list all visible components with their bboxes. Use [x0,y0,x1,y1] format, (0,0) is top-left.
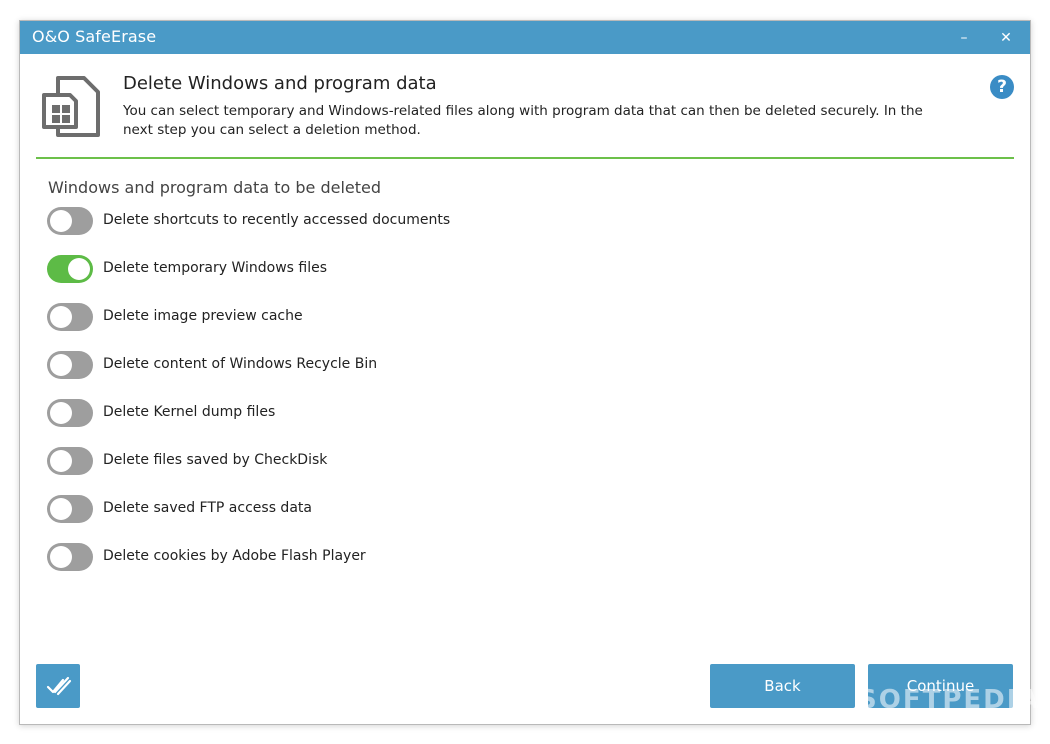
toggle-knob [50,546,72,568]
document-windows-icon [42,76,100,137]
double-check-icon [46,676,72,696]
option-recycle-bin[interactable]: Delete content of Windows Recycle Bin [47,351,647,381]
option-label: Delete image preview cache [103,308,303,324]
toggle-switch[interactable] [47,351,93,379]
select-all-button[interactable] [36,664,80,708]
continue-button[interactable]: Continue [868,664,1013,708]
toggle-knob [50,354,72,376]
toggle-knob [50,498,72,520]
toggle-switch[interactable] [47,543,93,571]
header-divider [36,157,1014,159]
toggle-knob [50,450,72,472]
page-description: You can select temporary and Windows-rel… [123,103,923,138]
minimize-button[interactable]: – [950,25,978,51]
toggle-switch[interactable] [47,495,93,523]
toggle-switch[interactable] [47,303,93,331]
toggle-knob [68,258,90,280]
toggle-knob [50,210,72,232]
option-label: Delete cookies by Adobe Flash Player [103,548,366,564]
toggle-switch[interactable] [47,399,93,427]
option-label: Delete shortcuts to recently accessed do… [103,212,451,228]
toggle-switch[interactable] [47,207,93,235]
option-label: Delete files saved by CheckDisk [103,452,328,468]
option-checkdisk-files[interactable]: Delete files saved by CheckDisk [47,447,647,477]
option-temporary-files[interactable]: Delete temporary Windows files [47,255,647,285]
option-flash-cookies[interactable]: Delete cookies by Adobe Flash Player [47,543,647,573]
option-recent-documents[interactable]: Delete shortcuts to recently accessed do… [47,207,647,237]
toggle-switch[interactable] [47,447,93,475]
page-title: Delete Windows and program data [123,73,437,94]
toggle-knob [50,402,72,424]
app-window: O&O SafeErase – ✕ Delete Windows and pro… [19,20,1039,725]
option-label: Delete Kernel dump files [103,404,276,420]
close-button[interactable]: ✕ [992,25,1020,51]
option-ftp-access-data[interactable]: Delete saved FTP access data [47,495,647,525]
toggle-switch[interactable] [47,255,93,283]
toggle-knob [50,306,72,328]
title-bar[interactable]: O&O SafeErase – ✕ [20,21,1030,54]
option-label: Delete saved FTP access data [103,500,312,516]
option-kernel-dump[interactable]: Delete Kernel dump files [47,399,647,429]
option-label: Delete content of Windows Recycle Bin [103,356,378,372]
help-button[interactable]: ? [990,75,1014,99]
option-image-preview-cache[interactable]: Delete image preview cache [47,303,647,333]
window-title: O&O SafeErase [32,27,157,46]
option-label: Delete temporary Windows files [103,260,328,276]
back-button[interactable]: Back [710,664,855,708]
section-title: Windows and program data to be deleted [48,178,381,197]
